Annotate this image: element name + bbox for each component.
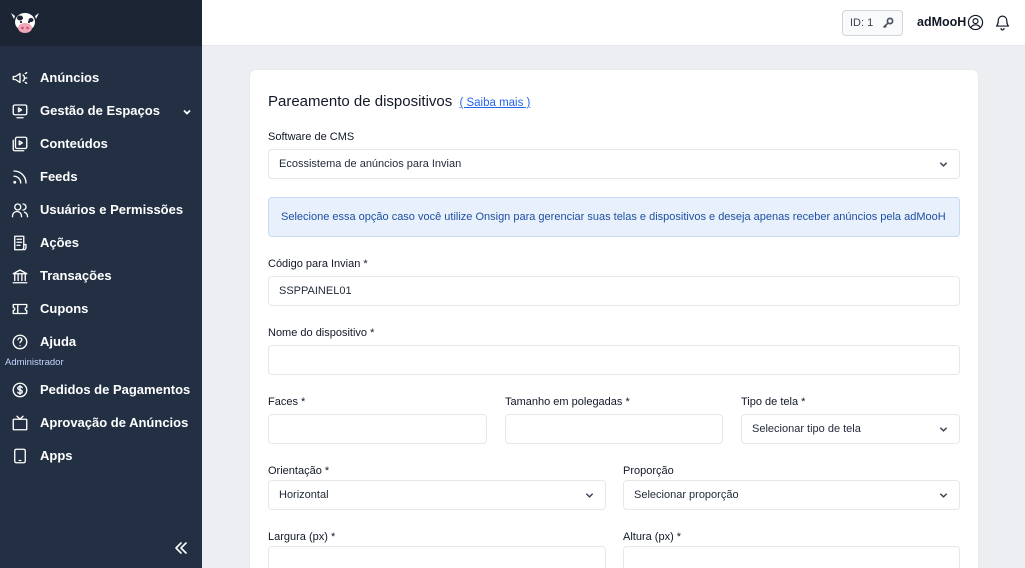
- screen-type-label: Tipo de tela *: [741, 396, 806, 408]
- media-library-icon: [10, 134, 29, 153]
- list-document-icon: [10, 233, 29, 252]
- sidebar-item-apps[interactable]: Apps: [0, 439, 202, 472]
- chevron-down-icon: [939, 160, 948, 169]
- learn-more-link[interactable]: ( Saiba mais ): [459, 97, 530, 109]
- orientation-label: Orientação *: [268, 465, 330, 477]
- info-alert: Selecione essa opção caso você utilize O…: [268, 197, 960, 237]
- ticket-icon: [10, 299, 29, 318]
- users-icon: [10, 200, 29, 219]
- sidebar-item-feeds[interactable]: Feeds: [0, 160, 202, 193]
- sidebar-item-ajuda[interactable]: Ajuda: [0, 325, 202, 358]
- tv-icon: [10, 413, 29, 432]
- orientation-value: Horizontal: [279, 489, 329, 501]
- username: adMooH: [917, 15, 967, 29]
- sidebar-item-cupons[interactable]: Cupons: [0, 292, 202, 325]
- sidebar-brand: [0, 0, 202, 46]
- bell-icon[interactable]: [994, 14, 1011, 31]
- collapse-sidebar-icon[interactable]: [172, 539, 190, 557]
- sidebar-item-label: Transações: [40, 268, 112, 283]
- info-alert-text: Selecione essa opção caso você utilize O…: [281, 211, 946, 223]
- screen-type-value: Selecionar tipo de tela: [752, 423, 861, 435]
- cow-logo-icon[interactable]: [10, 10, 40, 36]
- rss-icon: [10, 167, 29, 186]
- sidebar-item-anuncios[interactable]: Anúncios: [0, 61, 202, 94]
- sidebar-item-usuarios[interactable]: Usuários e Permissões: [0, 193, 202, 226]
- sidebar-item-pedidos-pagamentos[interactable]: Pedidos de Pagamentos: [0, 373, 202, 406]
- device-name-input[interactable]: [268, 345, 960, 375]
- device-name-label: Nome do dispositivo *: [268, 327, 375, 339]
- user-circle-icon[interactable]: [967, 14, 984, 31]
- sidebar-nav: Anúncios Gestão de Espaços Conteúdos Fee…: [0, 46, 202, 472]
- code-label: Código para Invian *: [268, 258, 368, 270]
- sidebar-item-label: Gestão de Espaços: [40, 103, 160, 118]
- orientation-select[interactable]: Horizontal: [268, 480, 606, 510]
- account-id-button[interactable]: ID: 1: [842, 10, 903, 36]
- sidebar-item-aprovacao-anuncios[interactable]: Aprovação de Anúncios: [0, 406, 202, 439]
- megaphone-icon: [10, 68, 29, 87]
- sidebar-item-label: Cupons: [40, 301, 89, 316]
- sidebar-item-transacoes[interactable]: Transações: [0, 259, 202, 292]
- faces-label: Faces *: [268, 396, 306, 408]
- chevron-down-icon: [939, 491, 948, 500]
- sidebar-item-label: Conteúdos: [40, 136, 108, 151]
- chevron-down-icon[interactable]: [182, 105, 192, 115]
- sidebar-item-label: Apps: [40, 448, 73, 463]
- width-px-label: Largura (px) *: [268, 531, 336, 543]
- sidebar-item-label: Anúncios: [40, 70, 100, 85]
- screen-type-select[interactable]: Selecionar tipo de tela: [741, 414, 960, 444]
- page-title: Pareamento de dispositivos ( Saiba mais …: [268, 93, 530, 110]
- key-icon: [882, 17, 894, 29]
- chevron-down-icon: [585, 491, 594, 500]
- chevron-down-icon: [939, 425, 948, 434]
- pairing-form-card: Pareamento de dispositivos ( Saiba mais …: [250, 70, 978, 568]
- account-id-label: ID: 1: [850, 17, 874, 29]
- ratio-label: Proporção: [623, 465, 674, 477]
- cms-select-value: Ecossistema de anúncios para Invian: [279, 158, 462, 170]
- page-title-text: Pareamento de dispositivos: [268, 93, 453, 110]
- ratio-select[interactable]: Selecionar proporção: [623, 480, 960, 510]
- sidebar-item-label: Usuários e Permissões: [40, 202, 184, 217]
- sidebar-item-acoes[interactable]: Ações: [0, 226, 202, 259]
- section-label-administrador: Administrador: [5, 357, 64, 368]
- sidebar-item-label: Aprovação de Anúncios: [40, 415, 189, 430]
- code-input-value: SSPPAINEL01: [279, 285, 352, 297]
- top-header: ID: 1 adMooH: [202, 0, 1025, 46]
- sidebar-item-label: Feeds: [40, 169, 78, 184]
- sidebar-item-label: Pedidos de Pagamentos: [40, 382, 191, 397]
- size-inches-label: Tamanho em polegadas *: [505, 396, 630, 408]
- tablet-icon: [10, 446, 29, 465]
- sidebar-item-label: Ações: [40, 235, 80, 250]
- sidebar-item-gestao-espacos[interactable]: Gestão de Espaços: [0, 94, 202, 127]
- height-px-label: Altura (px) *: [623, 531, 682, 543]
- width-px-input[interactable]: [268, 546, 606, 568]
- dollar-circle-icon: [10, 380, 29, 399]
- sidebar: Anúncios Gestão de Espaços Conteúdos Fee…: [0, 0, 202, 568]
- size-inches-input[interactable]: [505, 414, 723, 444]
- cms-select[interactable]: Ecossistema de anúncios para Invian: [268, 149, 960, 179]
- sidebar-item-label: Ajuda: [40, 334, 77, 349]
- cms-label: Software de CMS: [268, 131, 355, 143]
- sidebar-item-conteudos[interactable]: Conteúdos: [0, 127, 202, 160]
- height-px-input[interactable]: [623, 546, 960, 568]
- ratio-value: Selecionar proporção: [634, 489, 739, 501]
- code-input[interactable]: SSPPAINEL01: [268, 276, 960, 306]
- bank-icon: [10, 266, 29, 285]
- help-circle-icon: [10, 332, 29, 351]
- monitor-play-icon: [10, 101, 29, 120]
- faces-input[interactable]: [268, 414, 487, 444]
